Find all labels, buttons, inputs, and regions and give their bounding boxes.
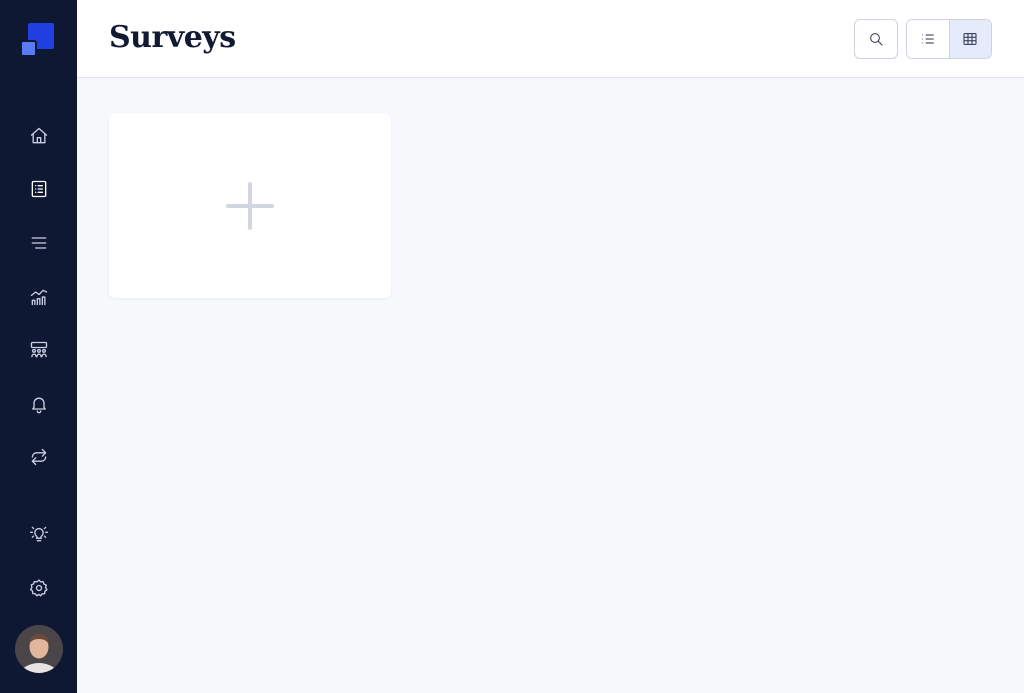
sidebar-item-audiences[interactable] [18,329,59,370]
sidebar-item-integrations[interactable] [18,436,59,477]
sidebar-item-analytics[interactable] [18,276,59,317]
list-view-button[interactable] [907,20,949,58]
gear-icon [29,578,48,596]
sidebar [0,0,77,693]
search-button[interactable] [854,19,898,59]
grid-icon [963,33,977,45]
people-icon [30,341,47,357]
view-mode-toggle [906,19,992,59]
bell-icon [31,397,46,413]
sidebar-item-home[interactable] [18,115,59,156]
sidebar-item-notifications[interactable] [18,383,59,424]
sidebar-item-ideas[interactable] [18,513,59,554]
sidebar-item-settings[interactable] [18,567,59,608]
sidebar-item-surveys[interactable] [18,168,59,209]
chart-icon [30,289,47,305]
grid-view-button[interactable] [948,20,991,58]
plus-icon [226,181,274,230]
page-header: Surveys [77,0,1024,78]
main-content: Surveys [77,0,1024,693]
lightbulb-icon [29,526,48,541]
sidebar-item-menu[interactable] [18,222,59,263]
brand-logo-icon[interactable] [20,23,55,58]
page-title: Surveys [109,20,236,55]
user-avatar[interactable] [15,625,63,673]
list-icon [922,34,934,44]
lines-icon [31,236,46,249]
repeat-icon [31,448,46,465]
search-icon [870,33,883,46]
home-icon [30,127,47,143]
create-survey-card[interactable] [109,113,391,298]
clipboard-list-icon [31,180,46,197]
